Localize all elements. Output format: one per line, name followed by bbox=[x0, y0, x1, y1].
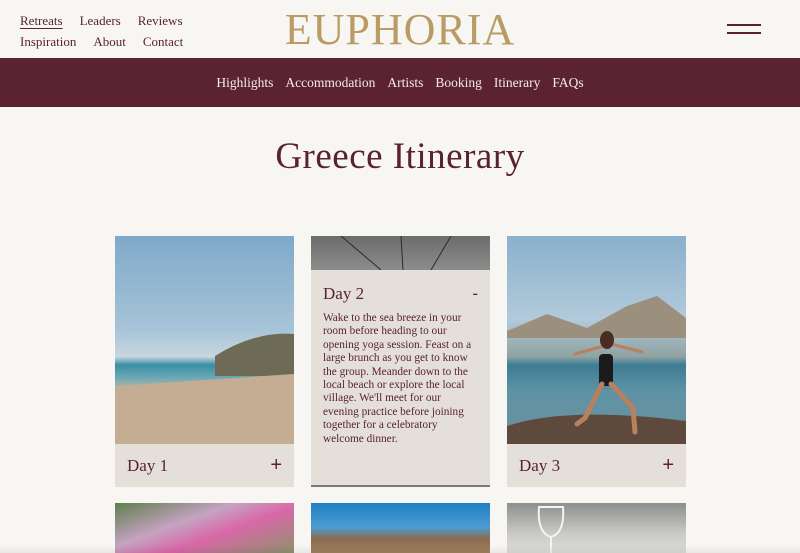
yoga-scene-illustration bbox=[507, 296, 686, 444]
menu-icon-bar bbox=[727, 32, 761, 34]
section-nav-highlights[interactable]: Highlights bbox=[216, 75, 273, 91]
itinerary-card-day3: Day 3 + bbox=[507, 236, 686, 487]
collapse-icon[interactable]: - bbox=[472, 284, 478, 304]
card-label: Day 2 bbox=[323, 284, 365, 303]
section-nav: Highlights Accommodation Artists Booking… bbox=[0, 58, 800, 107]
beach-scene-illustration bbox=[115, 333, 294, 444]
rigging-illustration bbox=[340, 236, 452, 270]
section-nav-booking[interactable]: Booking bbox=[435, 75, 482, 91]
nav-link-reviews[interactable]: Reviews bbox=[138, 13, 183, 29]
bottom-shadow bbox=[0, 545, 800, 553]
site-header: Retreats Leaders Reviews Inspiration Abo… bbox=[0, 0, 800, 58]
site-logo[interactable]: EUPHORIA bbox=[268, 4, 532, 54]
itinerary-card-day2: Day 2 - Wake to the sea breeze in your r… bbox=[311, 236, 490, 487]
nav-link-retreats[interactable]: Retreats bbox=[20, 13, 63, 29]
nav-link-inspiration[interactable]: Inspiration bbox=[20, 34, 76, 50]
itinerary-card-day1: Day 1 + bbox=[115, 236, 294, 487]
beach-photo bbox=[115, 236, 294, 444]
expand-icon[interactable]: + bbox=[662, 454, 674, 477]
page-title: Greece Itinerary bbox=[275, 136, 525, 177]
yoga-photo bbox=[507, 236, 686, 444]
card-label: Day 1 bbox=[127, 455, 169, 475]
menu-icon-bar bbox=[727, 24, 761, 26]
boat-photo-strip bbox=[311, 236, 490, 270]
day2-description: Wake to the sea breeze in your room befo… bbox=[323, 312, 472, 445]
divider bbox=[311, 485, 490, 487]
nav-link-about[interactable]: About bbox=[93, 34, 126, 50]
top-nav: Retreats Leaders Reviews Inspiration Abo… bbox=[20, 10, 220, 52]
day3-toggle[interactable]: Day 3 + bbox=[507, 444, 686, 487]
section-nav-artists[interactable]: Artists bbox=[387, 75, 423, 91]
section-nav-itinerary[interactable]: Itinerary bbox=[494, 75, 540, 91]
expand-icon[interactable]: + bbox=[270, 454, 282, 477]
section-nav-faqs[interactable]: FAQs bbox=[552, 75, 583, 91]
card-label: Day 3 bbox=[519, 455, 561, 475]
nav-link-leaders[interactable]: Leaders bbox=[80, 13, 121, 29]
section-nav-accommodation[interactable]: Accommodation bbox=[285, 75, 375, 91]
nav-link-contact[interactable]: Contact bbox=[143, 34, 183, 50]
day2-toggle[interactable]: Day 2 - bbox=[323, 284, 478, 304]
menu-icon[interactable] bbox=[727, 22, 761, 42]
day1-toggle[interactable]: Day 1 + bbox=[115, 444, 294, 487]
